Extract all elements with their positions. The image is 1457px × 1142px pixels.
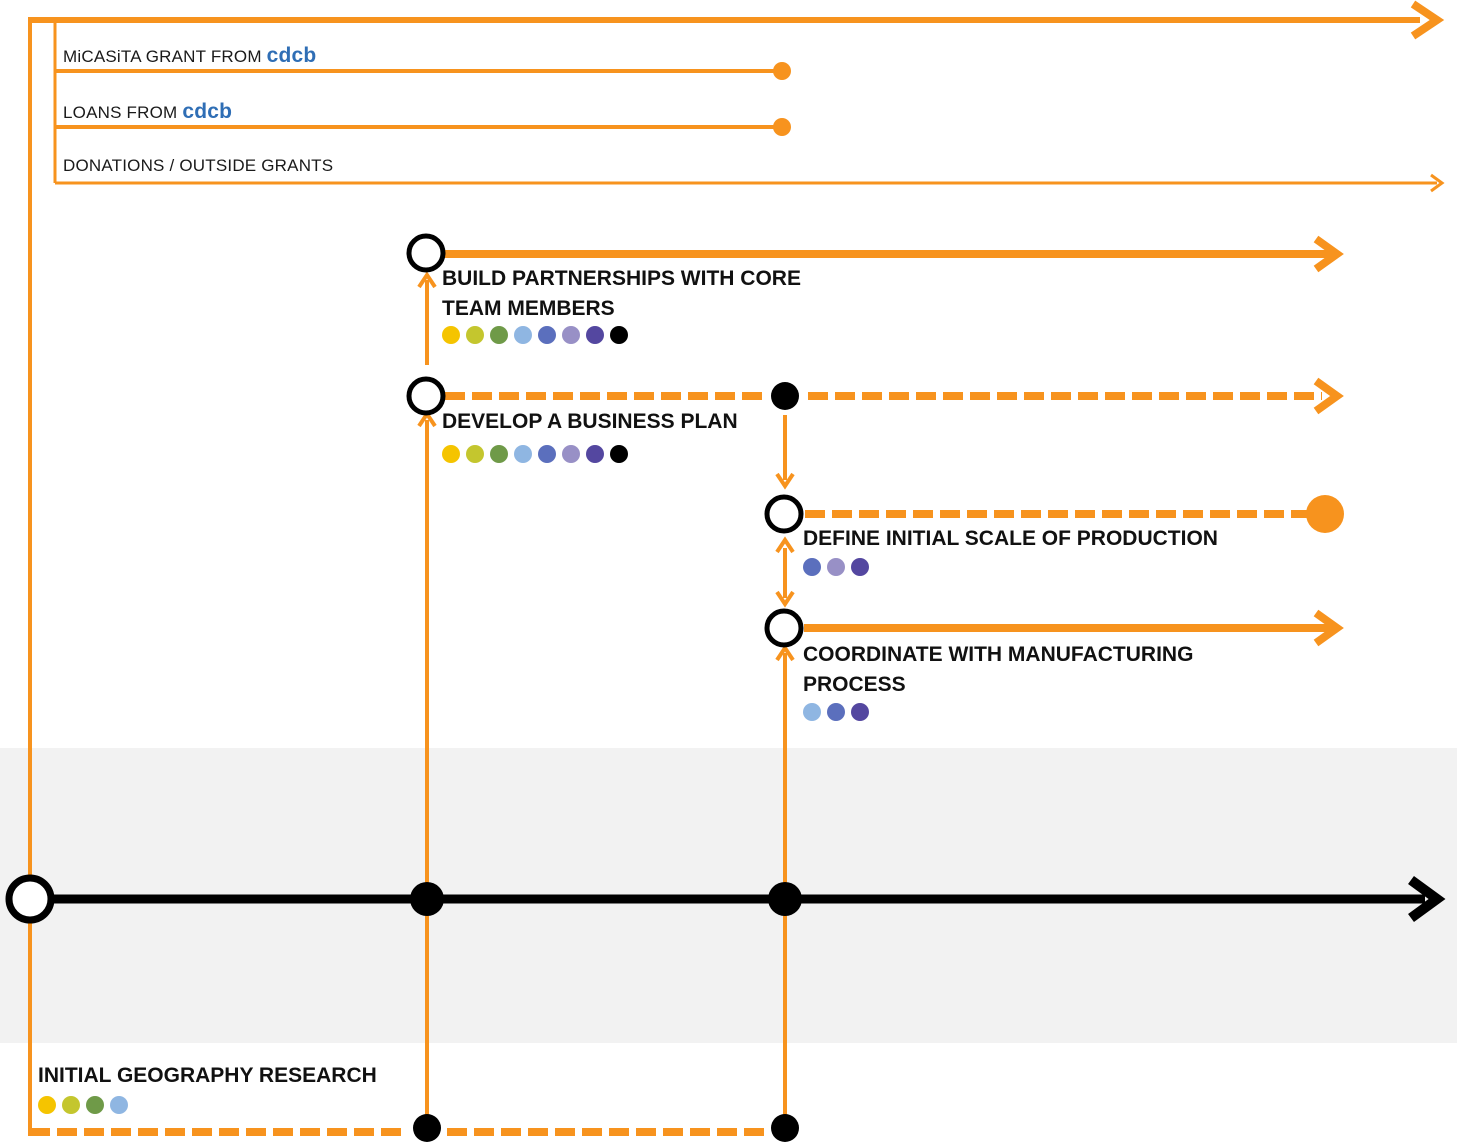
stakeholder-dot — [538, 445, 556, 463]
business-plan-milestone-dot — [771, 382, 799, 410]
stakeholder-dot — [62, 1096, 80, 1114]
stakeholder-dot — [538, 326, 556, 344]
business-plan-node — [406, 376, 446, 416]
stakeholder-dot — [466, 445, 484, 463]
geography-milestone-dot-2 — [771, 1114, 799, 1142]
task-scale-title: DEFINE INITIAL SCALE OF PRODUCTION — [803, 527, 1218, 550]
geography-milestone-dot-1 — [413, 1114, 441, 1142]
task-scale-stakeholder-dots — [803, 558, 875, 578]
stakeholder-dot — [490, 445, 508, 463]
stakeholder-dot — [514, 445, 532, 463]
stakeholder-dot — [110, 1096, 128, 1114]
stakeholder-dot — [466, 326, 484, 344]
stakeholder-dot — [827, 558, 845, 576]
manufacturing-node — [764, 608, 804, 648]
task-partnerships-title: BUILD PARTNERSHIPS WITH CORE TEAM MEMBER… — [442, 264, 801, 324]
stakeholder-dot — [586, 326, 604, 344]
cdcb-brand-text: cdcb — [266, 44, 317, 67]
funding-label-text: DONATIONS / OUTSIDE GRANTS — [63, 156, 334, 175]
business-plan-arrowhead — [1313, 377, 1344, 415]
task-business-plan-title: DEVELOP A BUSINESS PLAN — [442, 410, 738, 433]
stakeholder-dot — [562, 445, 580, 463]
stakeholder-dot — [442, 326, 460, 344]
stakeholder-dot — [851, 703, 869, 721]
stakeholder-dot — [586, 445, 604, 463]
task-manufacturing-title: COORDINATE WITH MANUFACTURING PROCESS — [803, 640, 1193, 700]
task-business-plan-stakeholder-dots — [442, 445, 634, 465]
task-title-line: COORDINATE WITH MANUFACTURING — [803, 643, 1194, 666]
task-geography-stakeholder-dots — [38, 1096, 134, 1116]
stakeholder-dot — [514, 326, 532, 344]
stakeholder-dot — [490, 326, 508, 344]
stakeholder-dot — [803, 558, 821, 576]
stakeholder-dot — [827, 703, 845, 721]
task-manufacturing-stakeholder-dots — [803, 703, 875, 723]
stakeholder-dot — [442, 445, 460, 463]
stakeholder-dot — [803, 703, 821, 721]
stakeholder-dot — [851, 558, 869, 576]
funding-end-dot-micasita — [773, 62, 791, 80]
funding-label-loans: LOANS FROM cdcb — [63, 100, 232, 124]
stakeholder-dot — [86, 1096, 104, 1114]
cdcb-brand-text: cdcb — [182, 100, 233, 123]
task-title-line: PROCESS — [803, 673, 906, 696]
task-geography-title: INITIAL GEOGRAPHY RESEARCH — [38, 1064, 377, 1087]
task-title-line: BUILD PARTNERSHIPS WITH CORE — [442, 267, 801, 290]
scale-node — [764, 494, 804, 534]
stakeholder-dot — [610, 445, 628, 463]
funding-label-micasita: MiCASiTA GRANT FROM cdcb — [63, 44, 316, 68]
timeline-milestone-1 — [410, 882, 444, 916]
scale-end-dot — [1306, 495, 1344, 533]
partnerships-node — [406, 233, 446, 273]
stakeholder-dot — [610, 326, 628, 344]
timeline-start-node — [5, 874, 55, 924]
timeline-milestone-2 — [768, 882, 802, 916]
funding-label-donations: DONATIONS / OUTSIDE GRANTS — [63, 156, 333, 176]
funding-end-dot-loans — [773, 118, 791, 136]
stakeholder-dot — [562, 326, 580, 344]
task-partnerships-stakeholder-dots — [442, 326, 634, 346]
funding-label-text: LOANS FROM — [63, 103, 183, 122]
task-title-line: TEAM MEMBERS — [442, 297, 615, 320]
funding-label-text: MiCASiTA GRANT FROM — [63, 47, 267, 66]
stakeholder-dot — [38, 1096, 56, 1114]
